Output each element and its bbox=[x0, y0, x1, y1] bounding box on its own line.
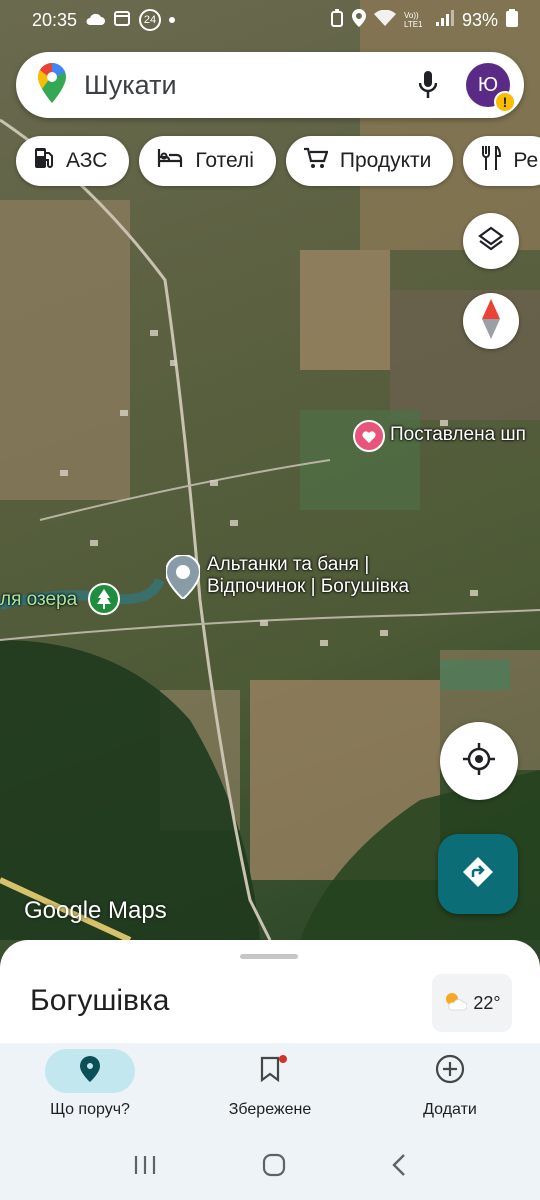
gas-station-icon bbox=[34, 147, 54, 175]
nav-nearby[interactable]: Що поруч? bbox=[0, 1043, 180, 1135]
cloud-icon bbox=[85, 10, 106, 31]
compass-button[interactable] bbox=[463, 293, 519, 349]
status-time: 20:35 bbox=[32, 9, 78, 30]
layers-icon bbox=[477, 225, 505, 258]
warning-icon: ! bbox=[494, 91, 516, 113]
place-label-altanky[interactable]: Альтанки та баня | Відпочинок | Богушівк… bbox=[207, 554, 409, 598]
lake-place-label[interactable]: ля озера bbox=[0, 589, 77, 611]
chip-gas-stations[interactable]: АЗС bbox=[16, 136, 130, 186]
compass-icon bbox=[480, 298, 502, 344]
chip-hotels[interactable]: Готелі bbox=[139, 136, 276, 186]
place-title: Богушівка bbox=[30, 984, 170, 1017]
nav-label-nearby: Що поруч? bbox=[50, 1101, 130, 1118]
location-icon bbox=[351, 8, 366, 32]
system-navigation-bar bbox=[0, 1135, 540, 1200]
more-dot-icon bbox=[169, 17, 176, 23]
directions-button[interactable] bbox=[438, 834, 518, 914]
bottom-navigation: Що поруч? Збережене Додати bbox=[0, 1043, 540, 1135]
park-pin[interactable] bbox=[88, 583, 120, 622]
cart-icon bbox=[303, 147, 329, 175]
chip-groceries[interactable]: Продукти bbox=[285, 136, 454, 186]
place-label-line1: Альтанки та баня | bbox=[207, 554, 370, 575]
chip-label: Продукти bbox=[339, 149, 432, 172]
chip-label: АЗС bbox=[66, 149, 108, 172]
network-label: Vo)) LTE1 bbox=[403, 11, 423, 29]
add-circle-icon bbox=[435, 1054, 465, 1089]
weather-chip[interactable]: 22° bbox=[432, 974, 512, 1032]
chip-restaurants[interactable]: Ре bbox=[463, 136, 540, 186]
directions-icon bbox=[461, 855, 495, 894]
category-chips: АЗС Готелі Продукти Ре bbox=[16, 136, 540, 186]
notification-count-badge: 24 bbox=[139, 9, 162, 31]
my-location-button[interactable] bbox=[440, 722, 518, 800]
recent-apps-icon[interactable] bbox=[133, 1154, 157, 1181]
place-bottom-sheet[interactable]: Богушівка 22° bbox=[0, 940, 540, 1050]
partly-cloudy-icon bbox=[443, 991, 468, 1016]
crosshair-icon bbox=[462, 742, 496, 781]
nav-label-add: Додати bbox=[423, 1101, 477, 1118]
search-input[interactable]: Шукати bbox=[84, 70, 406, 101]
battery-percent: 93% bbox=[461, 9, 498, 30]
nav-saved[interactable]: Збережене bbox=[180, 1043, 360, 1135]
nav-icon-container bbox=[225, 1049, 315, 1093]
chip-label: Готелі bbox=[195, 149, 254, 172]
google-maps-logo: Google Maps bbox=[24, 897, 167, 924]
back-icon[interactable] bbox=[391, 1153, 407, 1182]
saved-place-pin[interactable] bbox=[353, 420, 385, 457]
drag-handle[interactable] bbox=[240, 954, 298, 959]
status-bar: 20:35 24 Vo)) LTE1 93% bbox=[0, 0, 540, 40]
nav-add[interactable]: Додати bbox=[360, 1043, 540, 1135]
restaurant-icon bbox=[481, 144, 502, 176]
battery-saver-icon bbox=[330, 8, 344, 32]
maps-pin-logo-icon bbox=[38, 62, 66, 108]
new-indicator-dot bbox=[279, 1055, 287, 1063]
search-bar[interactable]: Шукати Ю ! bbox=[16, 52, 524, 118]
chip-label: Ре bbox=[513, 149, 539, 172]
place-pin[interactable] bbox=[164, 553, 202, 604]
hotel-icon bbox=[157, 149, 183, 173]
avatar-letter: Ю bbox=[477, 73, 499, 96]
nav-icon-container bbox=[45, 1049, 135, 1093]
bookmark-icon bbox=[260, 1056, 280, 1087]
account-avatar[interactable]: Ю ! bbox=[466, 63, 516, 113]
saved-place-label[interactable]: Поставлена шп bbox=[390, 424, 526, 446]
nav-icon-container bbox=[405, 1049, 495, 1093]
layers-button[interactable] bbox=[463, 213, 519, 269]
home-icon[interactable] bbox=[262, 1153, 286, 1182]
wifi-icon bbox=[373, 9, 396, 31]
location-pin-icon bbox=[80, 1055, 100, 1087]
mic-icon[interactable] bbox=[406, 63, 450, 107]
battery-icon bbox=[506, 8, 518, 32]
nav-label-saved: Збережене bbox=[228, 1101, 312, 1118]
place-label-line2: Відпочинок | Богушівка bbox=[207, 576, 410, 597]
calendar-icon bbox=[113, 9, 131, 32]
temperature: 22° bbox=[473, 992, 501, 1013]
signal-icon bbox=[435, 9, 454, 31]
